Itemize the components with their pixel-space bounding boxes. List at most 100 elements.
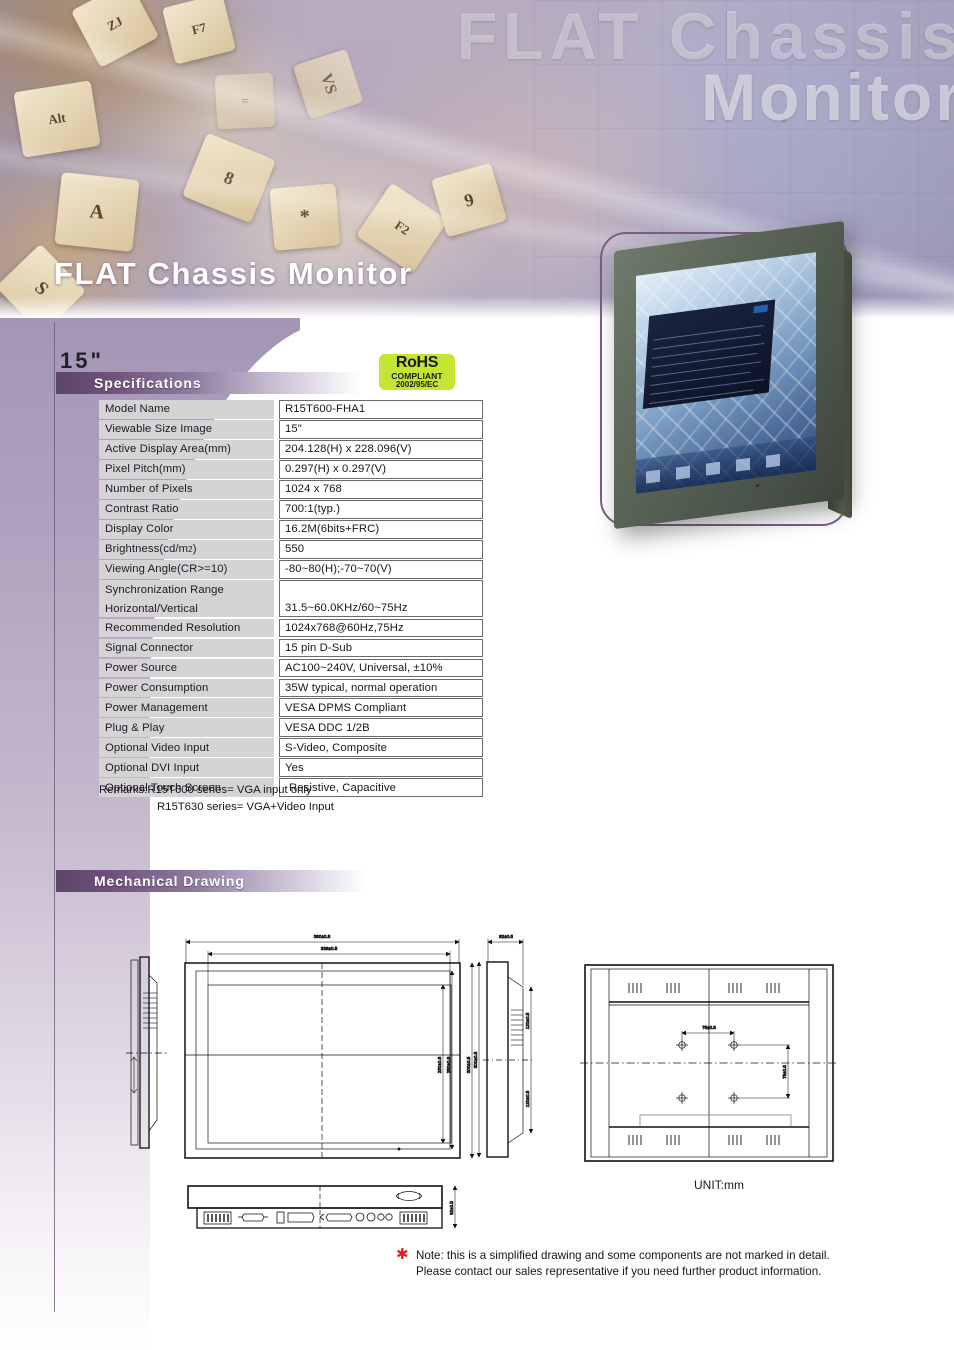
table-row: Display Color 16.2M(6bits+FRC) <box>99 519 483 539</box>
drawing-note: ✱ Note: this is a simplified drawing and… <box>396 1246 941 1279</box>
spec-key: Active Display Area(mm) <box>99 439 274 459</box>
table-row: Active Display Area(mm) 204.128(H) x 228… <box>99 439 483 459</box>
spec-key: Power Management <box>99 698 274 718</box>
dim-vesa-vertical: 75±0.5 <box>782 1065 787 1079</box>
dim-side-lower: 120±0.5 <box>525 1090 530 1107</box>
dim-side-height: 300±0.5 <box>473 1051 478 1068</box>
spec-key: Plug & Play <box>99 718 274 738</box>
remarks-line-1: Remarks:R15T600 series= VGA input only <box>99 784 312 796</box>
unit-label: UNIT:mm <box>694 1178 744 1192</box>
dim-front-inner-height: 230±0.5 <box>437 1056 442 1073</box>
spec-value: 35W typical, normal operation <box>279 678 483 698</box>
spec-key: Synchronization Range Horizontal/Vertica… <box>99 579 274 618</box>
drawing-front-view: 360±0.5 336±0.5 230±0.5 280±0.5 300±0.5 <box>184 934 475 1159</box>
section-header-mechanical-drawing: Mechanical Drawing <box>56 870 366 892</box>
screen-text-line <box>653 325 764 341</box>
dim-front-inner-width: 336±0.5 <box>321 946 338 951</box>
dim-front-outer-width: 360±0.5 <box>314 934 331 939</box>
table-row: Signal Connector 15 pin D-Sub <box>99 638 483 658</box>
spec-value: 0.297(H) x 0.297(V) <box>279 459 483 479</box>
table-row: Number of Pixels 1024 x 768 <box>99 479 483 499</box>
table-row: Viewing Angle(CR>=10) -80~80(H);-70~70(V… <box>99 559 483 579</box>
dim-front-outer-height: 300±0.5 <box>466 1056 471 1073</box>
specifications-table: Model Name R15T600-FHA1 Viewable Size Im… <box>99 400 483 798</box>
screen-taskbar-icon <box>706 461 720 476</box>
drawing-bottom-io-view: 62±0.5 <box>187 1185 458 1229</box>
screen-taskbar-icon <box>736 457 750 472</box>
spec-value: 16.2M(6bits+FRC) <box>279 519 483 539</box>
table-row: Power Source AC100~240V, Universal, ±10% <box>99 658 483 678</box>
spec-value: VESA DDC 1/2B <box>279 718 483 738</box>
dim-side-upper: 120±0.5 <box>525 1012 530 1029</box>
monitor-screen <box>636 252 816 494</box>
product-photo <box>596 220 886 542</box>
spec-key: Optional Video Input <box>99 738 274 758</box>
spec-key: Power Consumption <box>99 678 274 698</box>
rohs-directive-text: 2002/95/EC <box>395 380 439 389</box>
monitor-power-led <box>756 484 759 487</box>
table-row: Synchronization Range Horizontal/Vertica… <box>99 579 483 618</box>
datasheet-page: ZJ F7 Alt A 8 * F2 9 S = VS FLAT Chassis… <box>0 0 954 1350</box>
dim-bottom-height: 62±0.5 <box>449 1201 454 1215</box>
spec-key: Pixel Pitch(mm) <box>99 459 274 479</box>
section-title-specifications: Specifications <box>94 375 202 391</box>
specifications-remarks: Remarks:R15T600 series= VGA input only R… <box>99 782 334 816</box>
table-row: Contrast Ratio 700:1(typ.) <box>99 499 483 519</box>
mechanical-drawing-svg: 360±0.5 336±0.5 230±0.5 280±0.5 300±0.5 … <box>126 934 838 1229</box>
table-row: Brightness(cd/m 2) 550 <box>99 539 483 559</box>
spec-key: Recommended Resolution <box>99 618 274 638</box>
spec-key: Optional DVI Input <box>99 758 274 778</box>
table-row: Model Name R15T600-FHA1 <box>99 400 483 419</box>
table-row: Power Consumption 35W typical, normal op… <box>99 678 483 698</box>
spec-value: 1024 x 768 <box>279 479 483 499</box>
spec-key: Signal Connector <box>99 638 274 658</box>
table-row: Recommended Resolution 1024x768@60Hz,75H… <box>99 618 483 638</box>
spec-key: Viewing Angle(CR>=10) <box>99 559 274 579</box>
spec-value: R15T600-FHA1 <box>279 400 483 419</box>
spec-value: 1024x768@60Hz,75Hz <box>279 618 483 638</box>
spec-key-line2: Horizontal/Vertical <box>105 602 198 615</box>
spec-key: Contrast Ratio <box>99 499 274 519</box>
screen-text-line <box>652 342 765 359</box>
table-row: Optional Video Input S-Video, Composite <box>99 738 483 758</box>
spec-value: AC100~240V, Universal, ±10% <box>279 658 483 678</box>
spec-value: 15" <box>279 419 483 439</box>
vesa-mount-holes <box>676 1039 740 1104</box>
drawing-side-view: 62±0.5 300±0.5 120±0.5 120±0.5 <box>473 934 534 1158</box>
spec-value: Yes <box>279 758 483 778</box>
spec-value: 700:1(typ.) <box>279 499 483 519</box>
drawing-left-profile <box>126 956 168 1149</box>
spec-value: 31.5~60.0KHz/60~75Hz <box>279 579 483 618</box>
io-connectors <box>203 1211 428 1225</box>
screen-taskbar-icon <box>646 469 660 484</box>
spec-key: Brightness(cd/m 2) <box>99 539 274 559</box>
spec-key: Power Source <box>99 658 274 678</box>
remarks-line-2: R15T630 series= VGA+Video Input <box>157 801 334 813</box>
spec-value: 204.128(H) x 228.096(V) <box>279 439 483 459</box>
screen-info-panel <box>642 299 776 409</box>
spec-value: S-Video, Composite <box>279 738 483 758</box>
mechanical-drawings: 360±0.5 336±0.5 230±0.5 280±0.5 300±0.5 … <box>0 905 954 1265</box>
page-title: FLAT Chassis Monitor <box>54 256 413 291</box>
table-row: Viewable Size Image 15" <box>99 419 483 439</box>
dim-side-depth: 62±0.5 <box>499 934 513 939</box>
screen-taskbar-icon <box>676 465 690 480</box>
spec-value: -80~80(H);-70~70(V) <box>279 559 483 579</box>
screen-taskbar-icon <box>766 453 780 468</box>
dim-vesa-horizontal: 75±0.5 <box>702 1025 716 1030</box>
spec-key: Number of Pixels <box>99 479 274 499</box>
note-asterisk-icon: ✱ <box>396 1246 409 1263</box>
section-header-specifications: Specifications <box>56 372 360 394</box>
screen-panel-badge <box>753 304 768 314</box>
table-row: Optional DVI Input Yes <box>99 758 483 778</box>
drawing-rear-view: 75±0.5 75±0.5 <box>580 964 838 1162</box>
table-row: Plug & Play VESA DDC 1/2B <box>99 718 483 738</box>
spec-value: 550 <box>279 539 483 559</box>
screen-text-line <box>649 379 764 396</box>
note-line-2: Please contact our sales representative … <box>416 1264 822 1278</box>
rohs-compliant-badge: RoHS COMPLIANT 2002/95/EC <box>379 354 455 390</box>
superscript-two: 2 <box>188 544 193 554</box>
spec-key: Model Name <box>99 400 274 419</box>
spec-value: VESA DPMS Compliant <box>279 698 483 718</box>
note-line-1: Note: this is a simplified drawing and s… <box>416 1249 830 1262</box>
